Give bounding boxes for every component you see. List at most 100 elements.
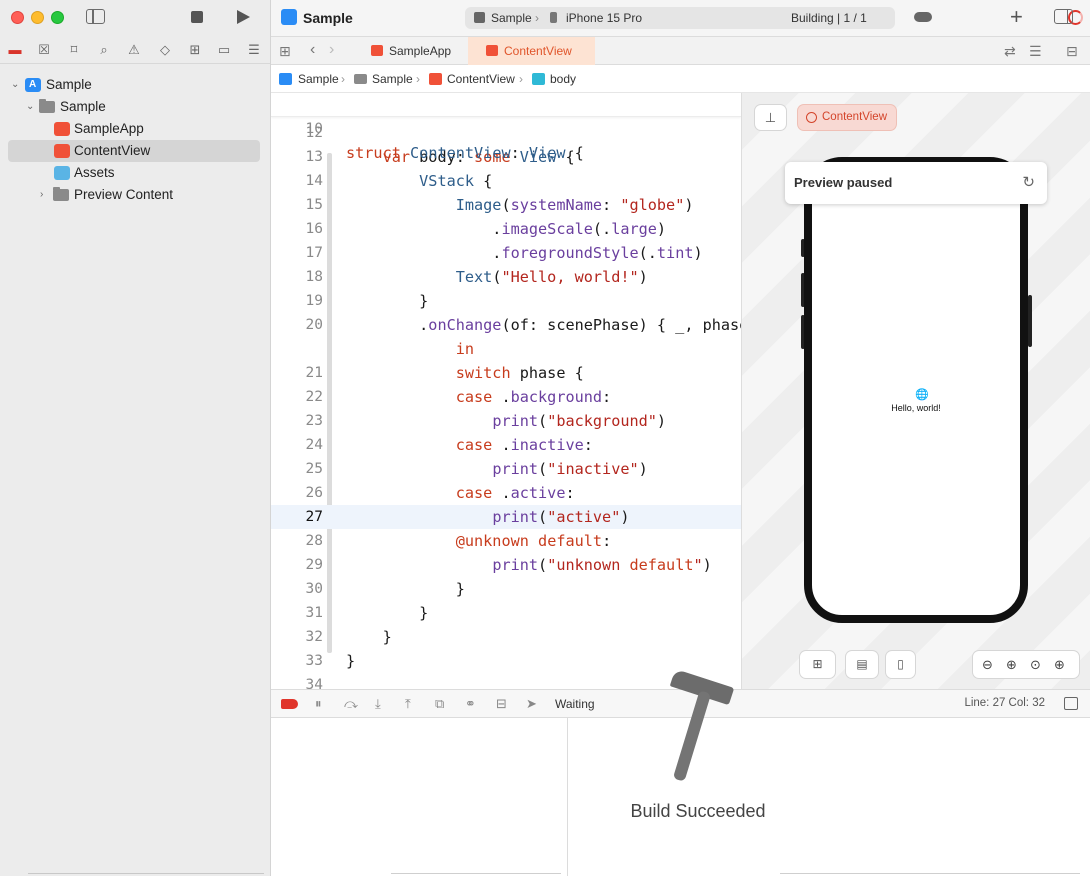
device-settings-icon[interactable]: ▤ <box>846 651 878 678</box>
preview-selector-chip[interactable]: ContentView <box>798 105 896 130</box>
back-icon[interactable]: ‹ <box>310 41 315 59</box>
breadcrumb-item[interactable]: Sample <box>372 72 413 86</box>
chevron-right-icon[interactable]: › <box>40 184 43 206</box>
split-editor-icon[interactable]: ⊟ <box>1066 43 1078 60</box>
pin-icon[interactable]: ⊥ <box>755 105 786 130</box>
breakpoints-toggle-icon[interactable] <box>281 699 298 709</box>
tree-row-group[interactable]: ⌄ Sample <box>0 96 270 118</box>
step-out-icon[interactable]: ⤒ <box>405 696 411 712</box>
code-line[interactable]: 22 case .background: <box>271 385 741 409</box>
issue-icon[interactable]: ⚠ <box>126 42 142 58</box>
debug-area-toggle-icon[interactable] <box>1064 697 1078 710</box>
code-line[interactable]: 24 case .inactive: <box>271 433 741 457</box>
code-line[interactable]: 19 } <box>271 289 741 313</box>
forward-icon[interactable]: › <box>329 41 334 59</box>
destination-name[interactable]: iPhone 15 Pro <box>566 11 642 25</box>
debug-icon[interactable]: ⊞ <box>187 42 203 58</box>
asset-catalog-icon <box>54 166 70 180</box>
test-icon[interactable]: ◇ <box>157 42 173 58</box>
swap-icon[interactable]: ⇄ <box>1004 43 1016 60</box>
breadcrumb-item[interactable]: Sample <box>298 72 339 86</box>
line-number: 23 <box>305 413 323 429</box>
breadcrumb-item[interactable]: ContentView <box>447 72 515 86</box>
breadcrumb-item[interactable]: body <box>550 72 576 86</box>
run-icon[interactable] <box>237 10 250 24</box>
variants-icon[interactable]: ⊞ <box>800 651 835 678</box>
tree-row-group[interactable]: › Preview Content <box>0 184 270 206</box>
project-navigator-icon[interactable]: ▬ <box>7 42 23 58</box>
stop-icon[interactable] <box>191 11 203 23</box>
zoom-fit-icon[interactable]: ⊕ <box>1054 651 1065 678</box>
add-icon[interactable]: + <box>1010 4 1023 30</box>
code-line[interactable]: 17 .foregroundStyle(.tint) <box>271 241 741 265</box>
editor-options-icon[interactable]: ☰ <box>1029 43 1042 60</box>
zoom-window-button[interactable] <box>51 11 64 24</box>
line-number: 26 <box>305 485 323 501</box>
breakpoint-icon[interactable]: ▭ <box>216 42 232 58</box>
minimize-window-button[interactable] <box>31 11 44 24</box>
chevron-down-icon[interactable]: ⌄ <box>11 74 19 96</box>
tree-row-file[interactable]: SampleApp <box>0 118 270 140</box>
code-line[interactable]: 29 print("unknown default") <box>271 553 741 577</box>
chevron-down-icon[interactable]: ⌄ <box>26 96 34 118</box>
sidebar-toggle-icon[interactable] <box>86 9 105 24</box>
tab-sampleapp[interactable]: SampleApp <box>353 37 468 65</box>
code-line[interactable]: 31 } <box>271 601 741 625</box>
cloud-icon[interactable] <box>914 12 932 22</box>
code-line[interactable]: 30 } <box>271 577 741 601</box>
code-line[interactable]: 23 print("background") <box>271 409 741 433</box>
sticky-scope-header[interactable]: 10 struct ContentView: View { <box>271 93 741 162</box>
iphone-icon <box>550 12 557 23</box>
tree-row-project[interactable]: ⌄ Sample <box>0 74 270 96</box>
line-number: 10 <box>305 121 323 137</box>
chevron-right-icon: › <box>341 72 345 86</box>
memory-graph-icon[interactable]: ⚭ <box>465 696 476 712</box>
line-number: 28 <box>305 533 323 549</box>
code-line[interactable]: 14 VStack { <box>271 169 741 193</box>
code-line[interactable]: 28 @unknown default: <box>271 529 741 553</box>
device-icon[interactable]: ▯ <box>886 651 915 678</box>
bookmark-icon[interactable]: ⌑ <box>66 42 82 58</box>
step-into-icon[interactable]: ⤓ <box>375 696 381 712</box>
code-line[interactable]: 26 case .active: <box>271 481 741 505</box>
device-preview[interactable]: 🌐 Hello, world! <box>804 157 1028 623</box>
source-editor[interactable]: 10 struct ContentView: View { 12 13 var b… <box>271 93 741 689</box>
zoom-in-icon[interactable]: ⊕ <box>1006 651 1017 678</box>
code-text: case .background: <box>455 388 612 406</box>
navigator-selector-bar: ▬ ☒ ⌑ ⌕ ⚠ ◇ ⊞ ▭ ☰ <box>0 36 270 64</box>
code-line[interactable]: 18 Text("Hello, world!") <box>271 265 741 289</box>
scheme-selector[interactable]: Sample › iPhone 15 Pro Building | 1 / 1 <box>465 7 1083 29</box>
code-line[interactable]: 21 switch phase { <box>271 361 741 385</box>
code-text: } <box>346 628 392 646</box>
location-icon[interactable]: ➤ <box>526 696 537 712</box>
chevron-right-icon: › <box>535 11 539 25</box>
variables-view[interactable] <box>271 718 568 876</box>
zoom-out-icon[interactable]: ⊖ <box>982 651 993 678</box>
code-line[interactable]: 15 Image(systemName: "globe") <box>271 193 741 217</box>
grid-icon[interactable]: ⊞ <box>279 43 291 60</box>
scheme-name[interactable]: Sample <box>491 11 532 25</box>
code-line[interactable]: in <box>271 337 741 361</box>
tab-contentview[interactable]: ContentView <box>468 37 595 65</box>
step-over-icon[interactable]: ⤼ <box>344 696 358 712</box>
code-line[interactable]: 27 print("active") <box>271 505 741 529</box>
inspector-toggle-icon[interactable] <box>1054 9 1073 24</box>
find-icon[interactable]: ⌕ <box>96 42 112 58</box>
code-line[interactable]: 25 print("inactive") <box>271 457 741 481</box>
code-line[interactable]: 20 .onChange(of: scenePhase) { _, phase <box>271 313 741 337</box>
line-number: 29 <box>305 557 323 573</box>
hammer-handle <box>672 690 712 782</box>
code-text: print("background") <box>492 412 667 430</box>
pause-icon[interactable]: ⏸ <box>315 696 322 712</box>
environment-icon[interactable]: ⊟ <box>496 696 507 712</box>
close-window-button[interactable] <box>11 11 24 24</box>
refresh-icon[interactable]: ↻ <box>1022 173 1035 191</box>
tree-row-assets[interactable]: Assets <box>0 162 270 184</box>
tree-row-file-selected[interactable]: ContentView <box>8 140 260 162</box>
report-icon[interactable]: ☰ <box>246 42 262 58</box>
source-control-icon[interactable]: ☒ <box>36 42 52 58</box>
view-hierarchy-icon[interactable]: ⧉ <box>435 696 444 712</box>
code-line[interactable]: 16 .imageScale(.large) <box>271 217 741 241</box>
zoom-actual-icon[interactable]: ⊙ <box>1030 651 1041 678</box>
code-text: .imageScale(.large) <box>346 220 667 238</box>
